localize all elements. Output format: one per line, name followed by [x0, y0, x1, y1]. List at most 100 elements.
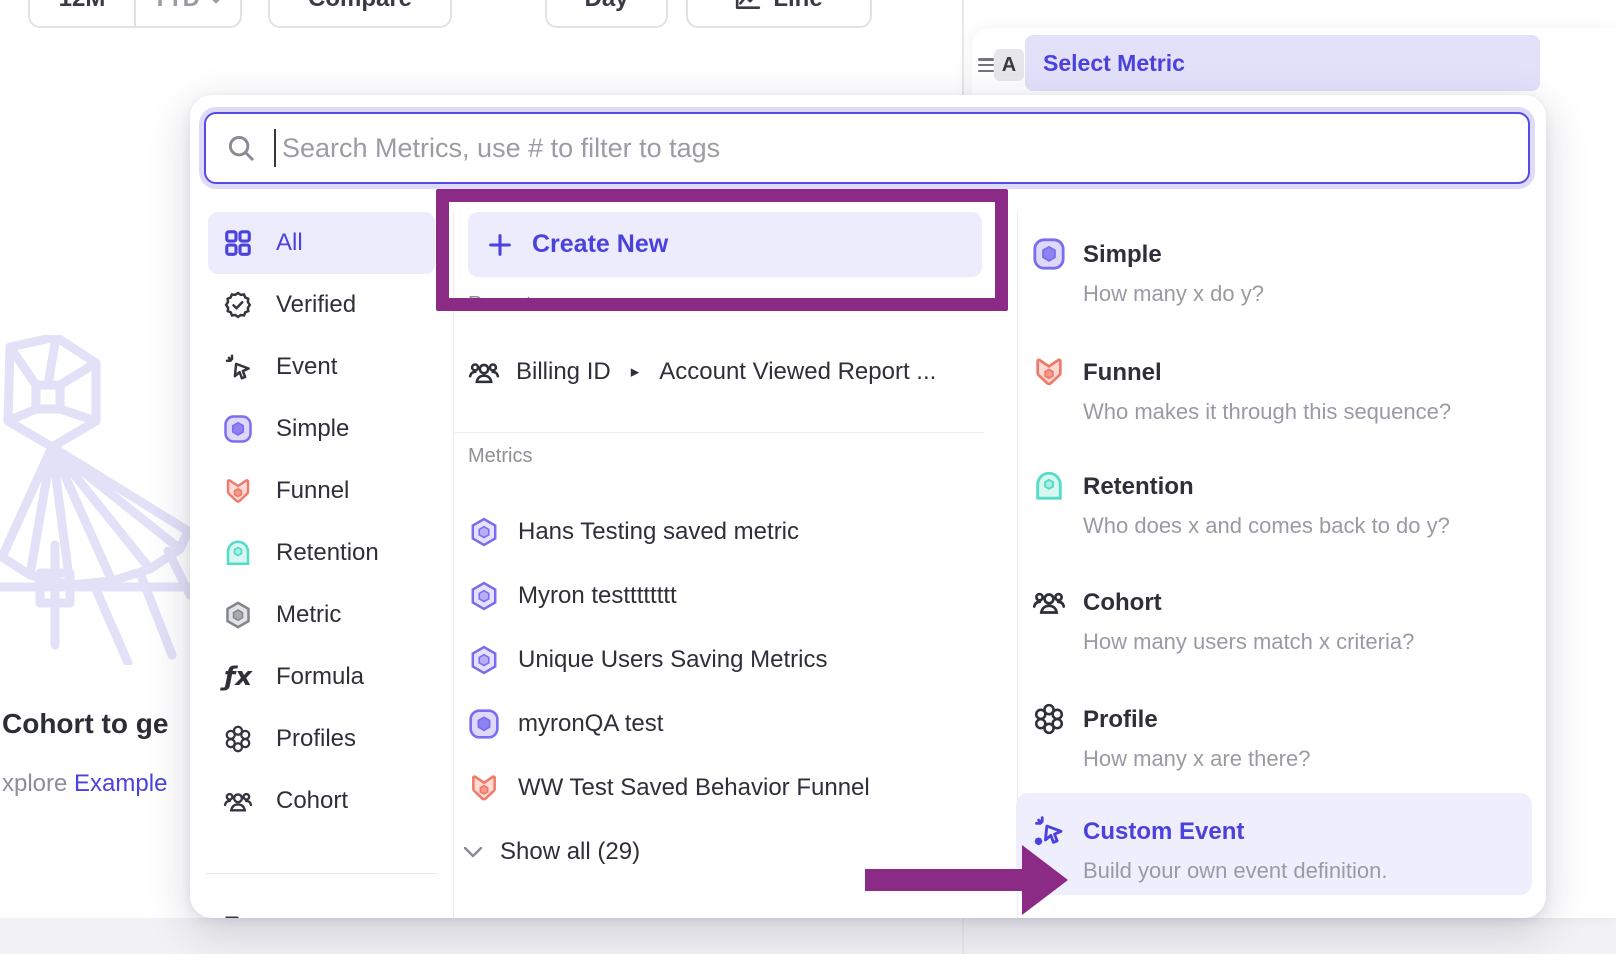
- range-12m-button[interactable]: 12M: [30, 0, 134, 26]
- metric-list-item[interactable]: myronQA test: [468, 701, 663, 747]
- sidebar-label: Metric: [276, 601, 341, 629]
- simple-metric-icon: [222, 413, 254, 445]
- metrics-heading: Metrics: [468, 445, 532, 468]
- range-ytd-label: YTD: [152, 0, 200, 13]
- sidebar-label: Event: [276, 353, 337, 381]
- annotation-arrow-head: [1022, 845, 1068, 915]
- type-funnel[interactable]: Funnel: [1083, 359, 1162, 387]
- recent-item-primary: Billing ID: [516, 358, 611, 386]
- recent-item-billing[interactable]: Billing ID ▸ Account Viewed Report ...: [468, 350, 936, 394]
- sidebar-item-retention[interactable]: Retention: [208, 522, 435, 584]
- metric-hexagon-icon: [468, 516, 500, 548]
- simple-metric-icon: [1032, 237, 1066, 271]
- sidebar-item-profiles[interactable]: Profiles: [208, 708, 435, 770]
- type-simple-desc: How many x do y?: [1083, 281, 1264, 307]
- range-12m-label: 12M: [59, 0, 106, 13]
- recents-metrics-divider: [455, 432, 984, 433]
- metric-hexagon-icon: [468, 580, 500, 612]
- cohort-people-icon: [468, 356, 500, 388]
- day-label: Day: [584, 0, 628, 13]
- sidebar-item-cohort[interactable]: Cohort: [208, 770, 435, 832]
- sidebar-column-divider: [453, 212, 454, 918]
- retention-metric-icon: [222, 537, 254, 569]
- text-cursor: [274, 129, 276, 167]
- search-icon: [226, 133, 256, 163]
- select-metric-field[interactable]: Select Metric: [1025, 35, 1540, 91]
- sidebar-label: Funnel: [276, 477, 349, 505]
- simple-metric-icon: [468, 708, 500, 740]
- sidebar-label: All: [276, 229, 303, 257]
- bottom-background-strip: [0, 918, 1616, 954]
- metric-item-label: myronQA test: [518, 710, 663, 738]
- background-explore-fragment: xplore Example: [2, 770, 167, 798]
- annotation-arrow-shaft: [865, 869, 1023, 891]
- compare-label: Compare: [308, 0, 412, 13]
- type-profile[interactable]: Profile: [1083, 706, 1158, 734]
- recent-item-secondary: Account Viewed Report ...: [659, 358, 936, 386]
- chevron-down-icon: [462, 845, 484, 859]
- sidebar-label: Profiles: [276, 725, 356, 753]
- event-cursor-icon: [222, 351, 254, 383]
- cohort-people-icon: [222, 785, 254, 817]
- explore-prefix-text: xplore: [2, 770, 67, 797]
- sidebar-item-metric[interactable]: Metric: [208, 584, 435, 646]
- saved-metric-icon: [222, 599, 254, 631]
- metric-list-item[interactable]: WW Test Saved Behavior Funnel: [468, 765, 870, 811]
- sidebar-label: Tags: [276, 915, 327, 918]
- sidebar-item-formula[interactable]: ƒx Formula: [208, 646, 435, 708]
- line-label: Line: [773, 0, 822, 13]
- date-range-segmented-control[interactable]: 12M YTD: [28, 0, 242, 28]
- type-custom-event[interactable]: Custom Event: [1083, 818, 1244, 846]
- sidebar-item-tags[interactable]: Tags: [208, 898, 435, 918]
- metric-hexagon-icon: [468, 644, 500, 676]
- grid-icon: [222, 227, 254, 259]
- background-headline-fragment: Cohort to ge: [2, 708, 168, 740]
- metric-list-item[interactable]: Unique Users Saving Metrics: [468, 637, 827, 683]
- compare-button[interactable]: Compare: [268, 0, 452, 28]
- interval-day-button[interactable]: Day: [545, 0, 668, 28]
- metric-item-label: WW Test Saved Behavior Funnel: [518, 774, 870, 802]
- verified-badge-icon: [222, 289, 254, 321]
- type-retention[interactable]: Retention: [1083, 473, 1194, 501]
- chevron-down-icon: [208, 0, 224, 4]
- drag-handle-icon[interactable]: [978, 58, 994, 72]
- type-cohort-desc: How many users match x criteria?: [1083, 629, 1414, 655]
- type-cohort[interactable]: Cohort: [1083, 589, 1162, 617]
- funnel-metric-icon: [1032, 355, 1066, 389]
- sidebar-item-all[interactable]: All: [208, 212, 435, 274]
- metric-list-item[interactable]: Hans Testing saved metric: [468, 509, 799, 555]
- range-ytd-button[interactable]: YTD: [134, 0, 240, 26]
- retention-metric-icon: [1032, 469, 1066, 503]
- sidebar-label: Retention: [276, 539, 379, 567]
- breadcrumb-arrow-icon: ▸: [631, 362, 640, 382]
- sidebar-item-funnel[interactable]: Funnel: [208, 460, 435, 522]
- search-input[interactable]: [280, 132, 1508, 165]
- sidebar-label: Verified: [276, 291, 356, 319]
- metric-item-label: Myron testttttttt: [518, 582, 677, 610]
- metric-item-label: Hans Testing saved metric: [518, 518, 799, 546]
- type-simple[interactable]: Simple: [1083, 241, 1162, 269]
- sidebar-label: Simple: [276, 415, 349, 443]
- type-custom-event-desc: Build your own event definition.: [1083, 858, 1388, 884]
- metric-list-item[interactable]: Myron testttttttt: [468, 573, 677, 619]
- sidebar-item-simple[interactable]: Simple: [208, 398, 435, 460]
- show-all-toggle[interactable]: Show all (29): [462, 835, 640, 869]
- profiles-cluster-icon: [1032, 702, 1066, 736]
- line-chart-icon: [735, 0, 761, 11]
- annotation-rectangle: [436, 189, 1008, 311]
- sidebar-item-verified[interactable]: Verified: [208, 274, 435, 336]
- example-reports-link[interactable]: Example: [74, 770, 167, 797]
- profiles-cluster-icon: [222, 723, 254, 755]
- type-profile-desc: How many x are there?: [1083, 746, 1310, 772]
- tag-icon: [222, 913, 254, 918]
- sidebar-label: Formula: [276, 663, 364, 691]
- cohort-people-icon: [1032, 585, 1066, 619]
- metric-search-box[interactable]: [204, 112, 1530, 184]
- formula-icon: ƒx: [222, 661, 254, 693]
- sidebar-label: Cohort: [276, 787, 348, 815]
- chart-type-line-button[interactable]: Line: [686, 0, 872, 28]
- type-retention-desc: Who does x and comes back to do y?: [1083, 513, 1450, 539]
- metric-item-label: Unique Users Saving Metrics: [518, 646, 827, 674]
- sidebar-item-event[interactable]: Event: [208, 336, 435, 398]
- funnel-metric-icon: [222, 475, 254, 507]
